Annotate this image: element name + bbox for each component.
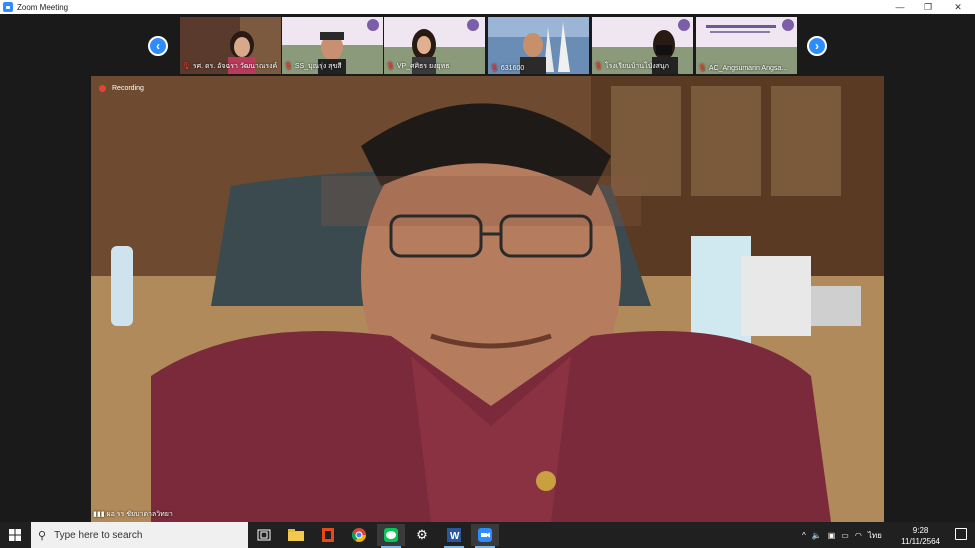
mic-muted-icon: 🎙 — [386, 63, 395, 70]
notification-center-icon[interactable] — [955, 528, 967, 540]
participant-name: 631600 — [500, 65, 525, 72]
settings-gear-icon[interactable]: ⚙ — [408, 524, 436, 546]
clock-time: 9:28 — [912, 526, 929, 535]
window-title: Zoom Meeting — [17, 2, 69, 12]
volume-icon[interactable]: 🔈 — [812, 531, 822, 540]
participant-tile[interactable]: 🎙 631600 — [488, 17, 589, 74]
recording-label: Recording — [112, 85, 144, 92]
restore-button[interactable]: ❐ — [913, 0, 943, 14]
network-icon[interactable]: ◠ — [855, 531, 862, 540]
word-icon[interactable]: W — [440, 524, 468, 548]
participant-name: AC_Angsumarin Angsa... — [708, 65, 788, 72]
windows-taskbar: ⚲ Type here to search ⚙ W ^ 🔈 ▣ ▭ ◠ ไทย … — [0, 522, 975, 548]
title-bar: Zoom Meeting — ❐ ✕ — [0, 0, 975, 14]
next-page-button[interactable]: › — [807, 36, 827, 56]
file-explorer-icon[interactable] — [282, 524, 310, 546]
recording-dot-icon — [99, 85, 106, 92]
search-icon: ⚲ — [38, 529, 47, 542]
start-button[interactable] — [0, 522, 30, 548]
zoom-taskbar-icon[interactable] — [471, 524, 499, 548]
prev-page-button[interactable]: ‹ — [148, 36, 168, 56]
participant-tile[interactable]: 🎙 รศ. ดร. อัจฉรา วัฒนาณรงค์ — [180, 17, 281, 74]
windows-logo-icon — [9, 529, 21, 541]
office-icon[interactable] — [314, 524, 342, 546]
search-placeholder: Type here to search — [54, 529, 143, 541]
battery-icon[interactable]: ▭ — [841, 531, 849, 540]
participant-tile[interactable]: 🎙 โรงเรียนบ้านโป่งสนุก — [592, 17, 693, 74]
mic-muted-icon: 🎙 — [594, 63, 603, 70]
language-indicator[interactable]: ไทย — [868, 529, 882, 542]
recording-indicator: Recording — [99, 85, 144, 92]
close-button[interactable]: ✕ — [943, 0, 973, 14]
signal-bars-icon: ▮▮▮ — [93, 511, 105, 518]
chrome-icon[interactable] — [345, 524, 373, 546]
zoom-app-icon — [3, 2, 13, 12]
mic-muted-icon: 🎙 — [182, 63, 191, 70]
participant-tile[interactable]: 🎙 AC_Angsumarin Angsa... — [696, 17, 797, 74]
line-app-icon[interactable] — [377, 524, 405, 548]
camera-icon[interactable]: ▣ — [828, 531, 836, 540]
clock-date: 11/11/2564 — [901, 537, 940, 546]
mic-muted-icon: 🎙 — [284, 63, 293, 70]
participant-name: โรงเรียนบ้านโป่งสนุก — [604, 63, 669, 70]
participant-name: รศ. ดร. อัจฉรา วัฒนาณรงค์ — [192, 63, 278, 70]
mic-muted-icon: 🎙 — [490, 65, 499, 72]
task-view-icon[interactable] — [250, 524, 278, 546]
svg-text:W: W — [450, 531, 460, 542]
participant-tile[interactable]: 🎙 SS_บุณรุ่ง สุขสี — [282, 17, 383, 74]
participant-name: SS_บุณรุ่ง สุขสี — [294, 63, 342, 70]
participant-tile[interactable]: 🎙 VP_ศศิธร ยงยุทธ — [384, 17, 485, 74]
speaker-name-label: ผอ รร ชัยบาดาลวิทยา — [106, 511, 173, 518]
speaker-video-frame — [91, 76, 884, 522]
participant-strip: 🎙 รศ. ดร. อัจฉรา วัฒนาณรงค์ 🎙 SS_บุณรุ่ง ส… — [180, 17, 800, 74]
participant-name: VP_ศศิธร ยงยุทธ — [396, 63, 450, 70]
mic-muted-icon: 🎙 — [698, 65, 707, 72]
taskbar-search[interactable]: ⚲ Type here to search — [31, 522, 248, 548]
main-speaker-video: Recording ▮▮▮ ผอ รร ชัยบาดาลวิทยา — [91, 76, 884, 522]
taskbar-clock[interactable]: 9:28 11/11/2564 — [901, 525, 940, 547]
minimize-button[interactable]: — — [885, 0, 915, 14]
show-hidden-icons-icon[interactable]: ^ — [802, 531, 806, 540]
